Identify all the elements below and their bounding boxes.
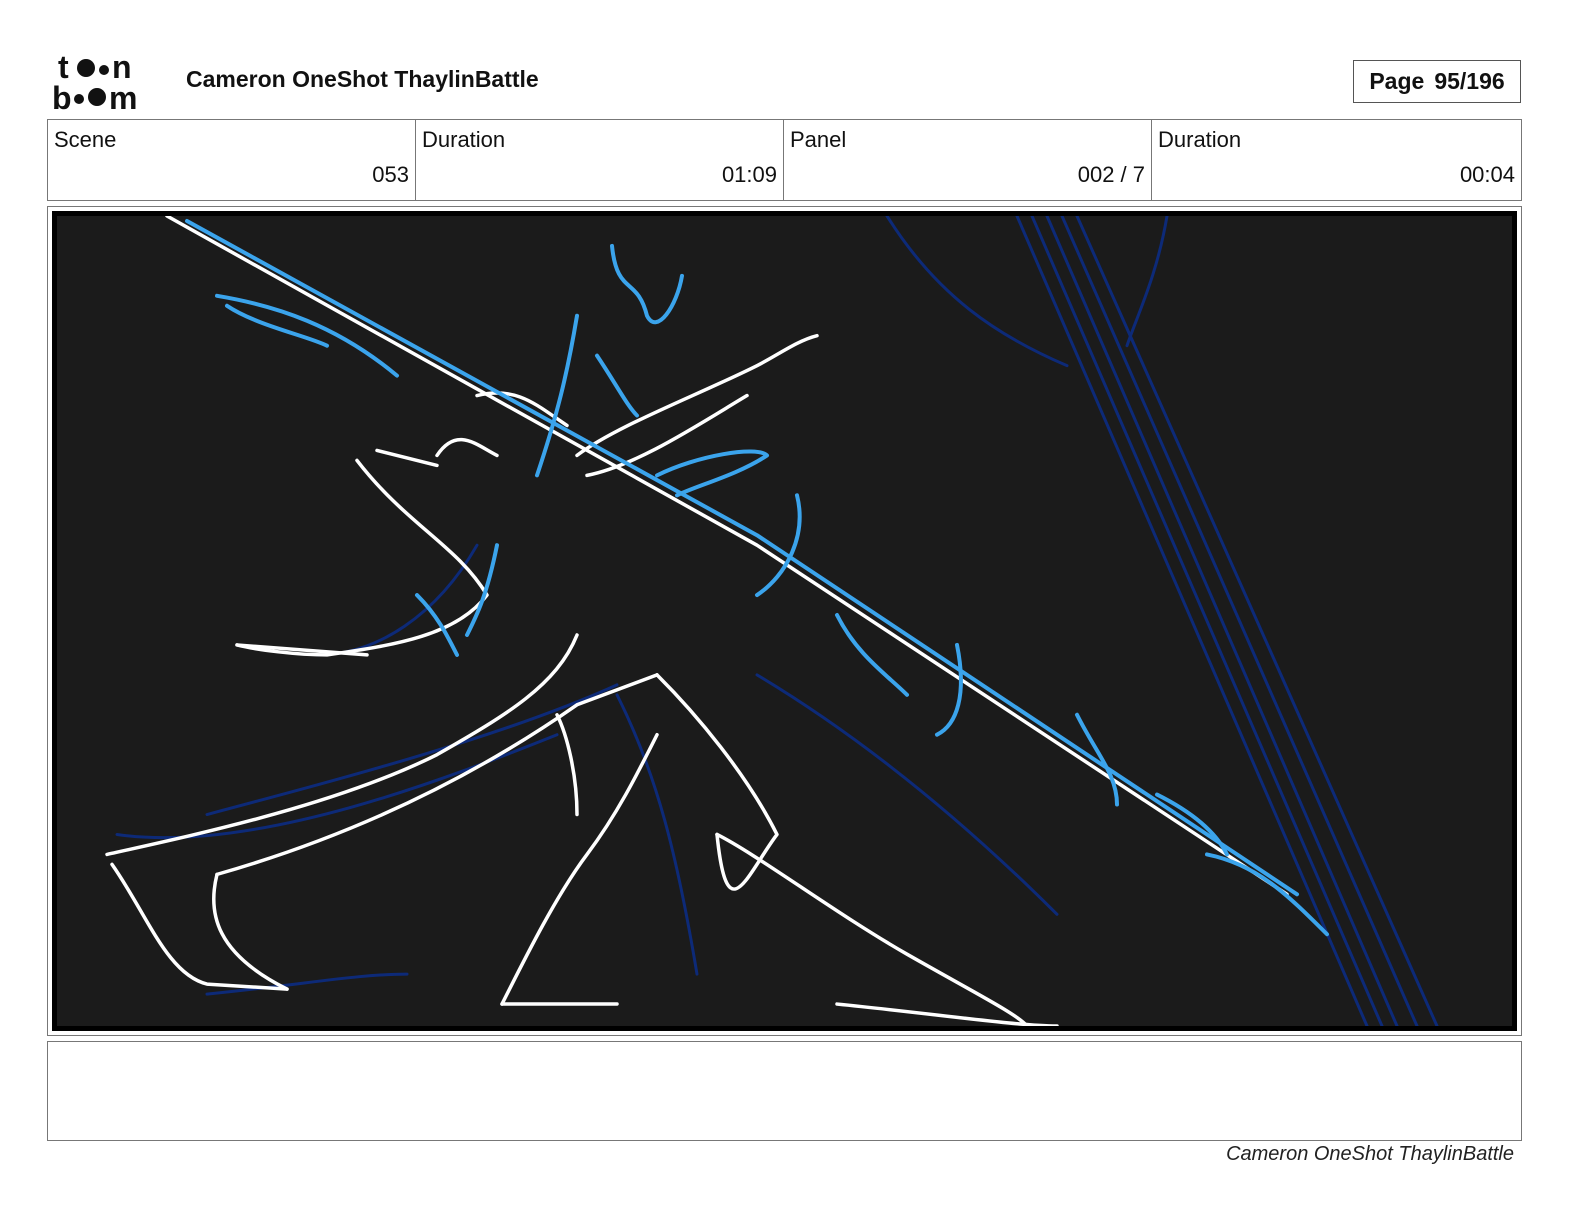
panel-value: 002 / 7 xyxy=(1077,162,1145,187)
scene-value: 053 xyxy=(372,162,409,187)
panel-duration-label: Duration xyxy=(1158,127,1242,152)
scene-duration-label: Duration xyxy=(422,127,506,152)
page-indicator: Page 95/196 xyxy=(1353,60,1521,103)
panel-duration-cell: Duration 00:04 xyxy=(1152,120,1521,200)
scene-duration-cell: Duration 01:09 xyxy=(416,120,784,200)
page-label: Page xyxy=(1369,68,1425,94)
panel-label: Panel xyxy=(790,127,847,152)
scene-info-table: Scene 053 Duration 01:09 Panel 002 / 7 D… xyxy=(47,119,1522,201)
storyboard-panel xyxy=(47,206,1522,1036)
scene-label: Scene xyxy=(54,127,117,152)
svg-text:b: b xyxy=(52,80,72,114)
footer-project-title: Cameron OneShot ThaylinBattle xyxy=(1226,1143,1514,1165)
panel-sketch-image xyxy=(57,216,1512,1026)
panel-border xyxy=(52,211,1517,1031)
toon-boom-logo: t n b m xyxy=(52,50,137,114)
svg-text:m: m xyxy=(109,80,137,114)
panel-cell: Panel 002 / 7 xyxy=(784,120,1152,200)
project-title: Cameron OneShot ThaylinBattle xyxy=(186,66,539,92)
page-number: 95/196 xyxy=(1434,68,1505,94)
panel-notes-box xyxy=(47,1041,1522,1141)
scene-cell: Scene 053 xyxy=(48,120,416,200)
panel-duration-value: 00:04 xyxy=(1459,162,1515,187)
scene-duration-value: 01:09 xyxy=(721,162,777,187)
